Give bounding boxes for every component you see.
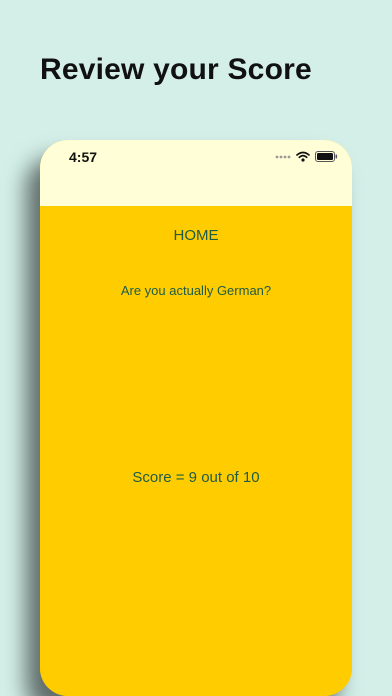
score-result: Score = 9 out of 10 [132, 469, 260, 486]
signal-dots-icon [275, 154, 291, 160]
status-icons [275, 151, 338, 162]
quiz-question-title: Are you actually German? [120, 283, 272, 298]
battery-icon [315, 151, 338, 162]
score-screen: HOME Are you actually German? Score = 9 … [40, 206, 352, 696]
status-time: 4:57 [69, 149, 98, 165]
promo-headline: Review your Score [40, 53, 312, 86]
wifi-icon [296, 151, 310, 162]
home-button[interactable]: HOME [40, 227, 352, 244]
phone-frame: 4:57 HOME Are you actually German? Score… [40, 140, 352, 696]
status-bar: 4:57 [40, 140, 352, 206]
